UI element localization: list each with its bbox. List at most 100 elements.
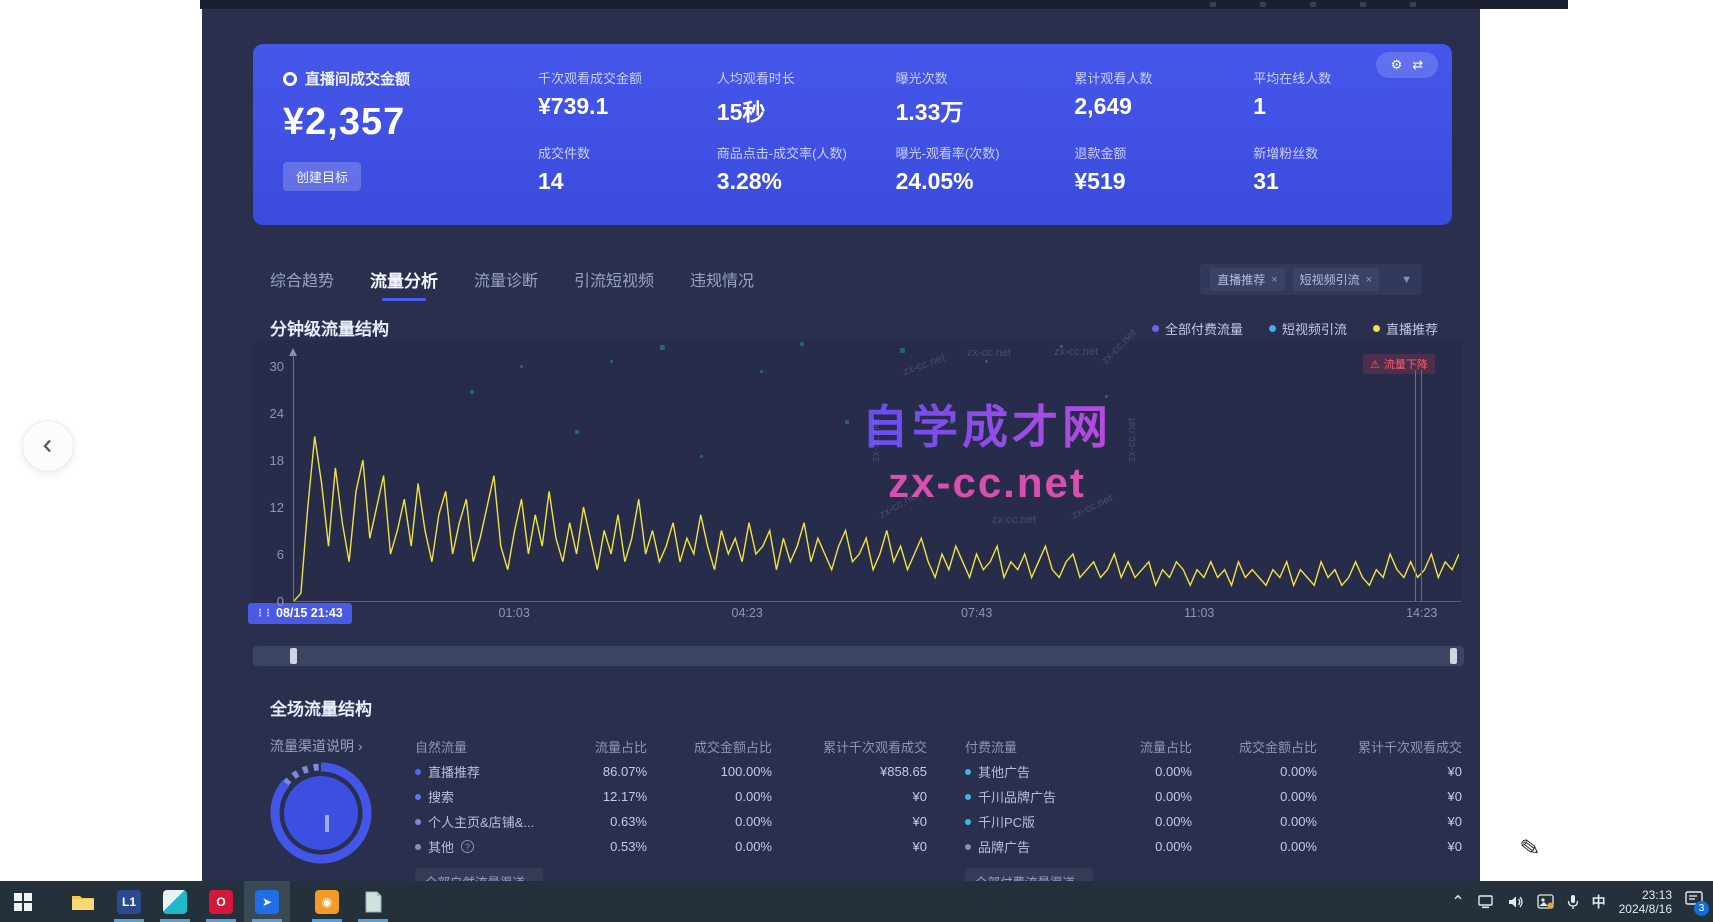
volume-icon[interactable] (1508, 895, 1524, 909)
table-row[interactable]: 其他?0.53%0.00%¥0 (415, 834, 927, 859)
metric-label: 退款金额 (1074, 143, 1253, 162)
legend-item-直播推荐[interactable]: 直播推荐 (1373, 319, 1438, 338)
tab-bar: 综合趋势 流量分析 流量诊断 引流短视频 违规情况 (270, 267, 754, 301)
chart-range-slider[interactable] (253, 646, 1464, 666)
table-row[interactable]: 搜索12.17%0.00%¥0 (415, 784, 927, 809)
chart-speck (950, 420, 954, 424)
channel-filter-select[interactable]: 直播推荐× 短视频引流× ▼ (1200, 264, 1422, 295)
natural-traffic-table: 自然流量流量占比成交金额占比累计千次观看成交直播推荐86.07%100.00%¥… (415, 733, 927, 881)
metric-label: 商品点击-成交率(人数) (717, 143, 896, 162)
row-label: 品牌广告 (978, 837, 1030, 856)
notification-center-icon[interactable]: 3 (1685, 891, 1703, 912)
card-tools: ⚙ ⇄ (1376, 52, 1438, 78)
folder-icon (71, 892, 95, 912)
strip-dot (1410, 2, 1416, 7)
tab-流量诊断[interactable]: 流量诊断 (474, 267, 538, 301)
network-icon[interactable] (1478, 895, 1495, 909)
table-header: 自然流量流量占比成交金额占比累计千次观看成交 (415, 733, 927, 759)
clock-time: 23:13 (1619, 888, 1672, 902)
tab-引流短视频[interactable]: 引流短视频 (574, 267, 654, 301)
gear-icon[interactable]: ⚙ (1391, 57, 1403, 73)
traffic-donut-chart[interactable] (265, 757, 377, 869)
taskbar-app-l1[interactable]: L1 (106, 881, 152, 922)
taskbar-app-explorer[interactable] (60, 881, 106, 922)
metric-value: 14 (538, 168, 717, 195)
table-row[interactable]: 千川品牌广告0.00%0.00%¥0 (965, 784, 1462, 809)
channel-help-link[interactable]: 流量渠道说明 › (270, 736, 363, 756)
table-row[interactable]: 其他广告0.00%0.00%¥0 (965, 759, 1462, 784)
microphone-icon[interactable] (1567, 894, 1579, 910)
strip-dot (1260, 2, 1266, 7)
slider-handle-right[interactable] (1450, 648, 1457, 664)
taskbar-clock[interactable]: 23:13 2024/8/16 (1619, 888, 1672, 916)
create-goal-button[interactable]: 创建目标 (283, 162, 361, 191)
table-footer-link[interactable]: 全部付费流量渠道 › (965, 868, 1093, 881)
strip-dot (1210, 2, 1216, 7)
legend-label: 全部付费流量 (1165, 319, 1243, 338)
ytick-24: 24 (258, 406, 284, 421)
metric-value: ¥519 (1074, 168, 1253, 195)
taskbar-app-live-companion[interactable]: ➤ (244, 881, 290, 922)
tab-综合趋势[interactable]: 综合趋势 (270, 267, 334, 301)
filter-chip-短视频引流[interactable]: 短视频引流× (1293, 268, 1379, 291)
card-title: 直播间成交金额 (305, 68, 410, 89)
row-traffic-pct: 0.00% (1125, 814, 1192, 829)
chart-speck (575, 430, 579, 434)
traffic-drop-annotation[interactable]: ⚠ 流量下降 (1363, 354, 1435, 374)
table-row[interactable]: 品牌广告0.00%0.00%¥0 (965, 834, 1462, 859)
help-icon[interactable]: ? (461, 840, 474, 853)
taskbar-app-teal[interactable] (152, 881, 198, 922)
col-header-1: 成交金额占比 (1192, 737, 1317, 756)
ytick-12: 12 (258, 500, 284, 515)
table-row[interactable]: 千川PC版0.00%0.00%¥0 (965, 809, 1462, 834)
row-dot (415, 769, 421, 775)
tray-expand-icon[interactable]: ⌃ (1451, 892, 1464, 912)
teal-app-icon (163, 890, 187, 914)
tab-流量分析[interactable]: 流量分析 (370, 267, 438, 301)
ime-indicator[interactable]: 中 (1592, 892, 1606, 912)
taskbar-app-notepad[interactable] (350, 881, 396, 922)
chip-remove-icon[interactable]: × (1271, 274, 1277, 286)
tab-违规情况[interactable]: 违规情况 (690, 267, 754, 301)
row-dot (415, 844, 421, 850)
row-dot (965, 769, 971, 775)
metric-value: 3.28% (717, 168, 896, 195)
metric-1: 人均观看时长15秒 (717, 68, 896, 133)
drag-grip-icon: ⋮⋮ (255, 608, 271, 619)
metric-label: 累计观看人数 (1074, 68, 1253, 87)
table-row[interactable]: 直播推荐86.07%100.00%¥858.65 (415, 759, 927, 784)
legend-label: 短视频引流 (1282, 319, 1347, 338)
previous-button[interactable] (22, 420, 74, 472)
legend-item-短视频引流[interactable]: 短视频引流 (1269, 319, 1347, 338)
slider-handle-left[interactable] (290, 648, 297, 664)
full-section-title: 全场流量结构 (270, 695, 372, 720)
filter-chip-直播推荐[interactable]: 直播推荐× (1210, 268, 1284, 291)
row-gpm: ¥0 (1317, 764, 1462, 779)
browser-top-strip (200, 0, 1568, 9)
opera-icon: O (209, 890, 233, 914)
taskbar-app-opera[interactable]: O (198, 881, 244, 922)
pen-cursor-icon: ✎ (1518, 833, 1542, 865)
start-button[interactable] (0, 881, 46, 922)
chart-speck (1105, 395, 1108, 398)
minute-traffic-chart[interactable]: ⚠ 流量下降 ⋮⋮ 08/15 21:43 01:0304:2307:4311:… (253, 340, 1462, 604)
swap-icon[interactable]: ⇄ (1412, 57, 1423, 73)
metric-value: ¥739.1 (538, 93, 717, 120)
stats-card: 直播间成交金额 ¥2,357 创建目标 千次观看成交金额¥739.1人均观看时长… (253, 44, 1452, 225)
chip-remove-icon[interactable]: × (1366, 274, 1372, 286)
x-axis (293, 601, 1461, 602)
row-label: 其他 (428, 837, 454, 856)
chevron-down-icon[interactable]: ▼ (1401, 274, 1412, 286)
metric-value: 31 (1253, 168, 1432, 195)
table-row[interactable]: 个人主页&店铺&...0.63%0.00%¥0 (415, 809, 927, 834)
legend-item-全部付费流量[interactable]: 全部付费流量 (1152, 319, 1243, 338)
taskbar-app-orange[interactable]: ◉ (304, 881, 350, 922)
screenshot-tool-icon[interactable] (1537, 894, 1554, 909)
chart-legend: 全部付费流量 短视频引流 直播推荐 (1152, 319, 1438, 338)
row-label: 千川PC版 (978, 812, 1035, 831)
legend-dot (1269, 325, 1276, 332)
col-header-2: 累计千次观看成交 (772, 737, 927, 756)
table-footer-link[interactable]: 全部自然流量渠道 › (415, 868, 543, 881)
row-gmv-pct: 0.00% (1192, 764, 1317, 779)
chart-speck (1030, 440, 1033, 443)
